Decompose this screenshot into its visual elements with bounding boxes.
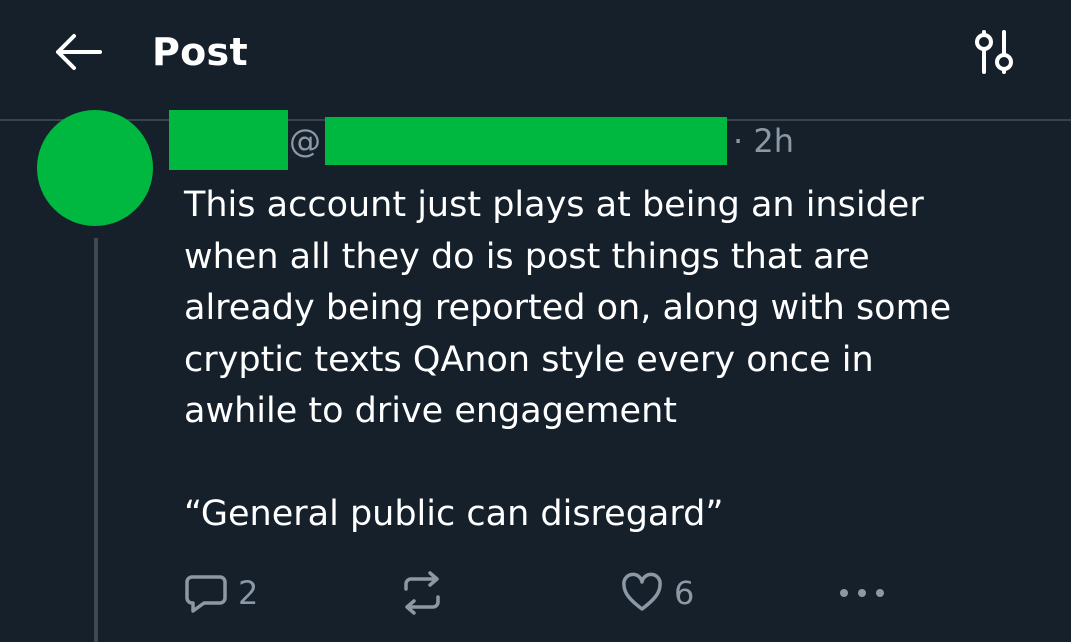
more-button[interactable] bbox=[836, 568, 888, 618]
tweet-line: “General public can disregard” bbox=[184, 494, 724, 534]
redacted-display-name[interactable] bbox=[169, 110, 288, 170]
redacted-handle[interactable] bbox=[325, 117, 727, 165]
reply-button[interactable]: 2 bbox=[184, 568, 258, 618]
like-button[interactable]: 6 bbox=[620, 568, 694, 618]
reply-count: 2 bbox=[238, 574, 259, 612]
top-bar: Post bbox=[0, 0, 1071, 118]
tweet-line: This account just plays at being an insi… bbox=[184, 185, 924, 225]
handle-prefix: @ bbox=[289, 122, 321, 160]
retweet-button[interactable] bbox=[400, 568, 454, 618]
retweet-icon bbox=[404, 571, 440, 615]
more-dots-icon bbox=[840, 589, 884, 597]
heart-icon bbox=[622, 572, 662, 611]
sliders-icon bbox=[975, 30, 1013, 74]
page-title: Post bbox=[152, 30, 248, 74]
tweet-line: awhile to drive engagement bbox=[184, 391, 677, 431]
tweet-line: already being reported on, along with so… bbox=[184, 288, 952, 328]
tweet-text: This account just plays at being an insi… bbox=[184, 180, 1044, 541]
thread-line bbox=[94, 238, 98, 642]
reply-bubble-icon bbox=[185, 575, 227, 613]
arrow-left-icon bbox=[56, 34, 102, 70]
tweet-line: when all they do is post things that are bbox=[184, 236, 870, 277]
avatar[interactable] bbox=[37, 110, 153, 226]
settings-button[interactable] bbox=[968, 26, 1020, 78]
timestamp[interactable]: · 2h bbox=[733, 122, 794, 160]
like-count: 6 bbox=[674, 574, 695, 612]
tweet-line: cryptic texts QAnon style every once in bbox=[184, 339, 874, 380]
back-button[interactable] bbox=[48, 28, 108, 76]
